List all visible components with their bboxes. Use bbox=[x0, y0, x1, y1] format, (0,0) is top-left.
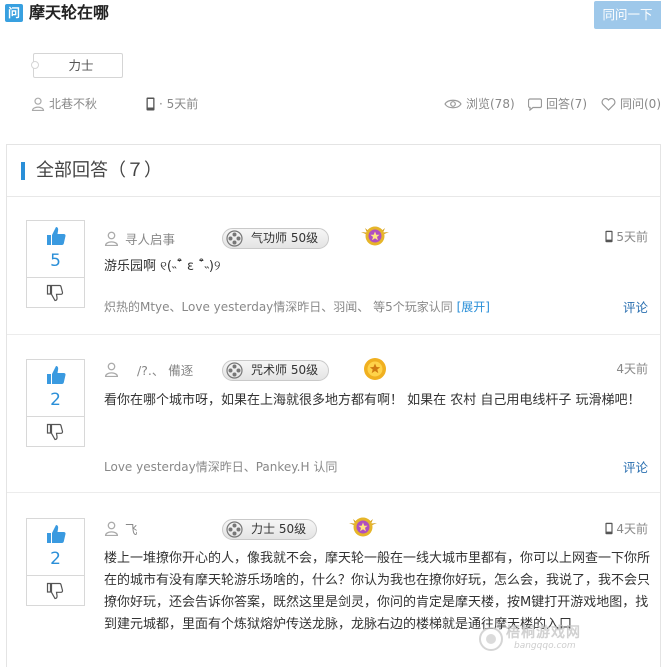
eye-icon bbox=[444, 99, 462, 109]
phone-icon bbox=[605, 230, 613, 243]
upvote-button[interactable]: 5 bbox=[27, 221, 84, 278]
question-header: 问 摩天轮在哪 同问一下 bbox=[0, 0, 661, 32]
watermark-logo-icon bbox=[479, 627, 503, 651]
answer-user[interactable]: 飞 bbox=[104, 517, 138, 539]
tag-label: 力士 bbox=[68, 58, 94, 73]
vote-count: 2 bbox=[50, 549, 61, 569]
vote-box: 2 bbox=[26, 518, 85, 606]
same-text: 同问(0) bbox=[620, 97, 661, 111]
phone-icon bbox=[605, 522, 613, 535]
thumbs-down-icon bbox=[46, 284, 64, 302]
comment-link[interactable]: 评论 bbox=[623, 297, 648, 316]
time-text: · 5天前 bbox=[159, 97, 199, 111]
phone-icon bbox=[146, 97, 155, 111]
user-icon bbox=[31, 97, 45, 111]
username: /?.、 備逐 bbox=[137, 362, 194, 378]
username: 寻人启事 bbox=[125, 231, 176, 247]
heart-icon bbox=[601, 97, 616, 111]
medal-icon bbox=[361, 226, 389, 246]
class-icon bbox=[226, 230, 243, 247]
answers-title: 全部回答（７） bbox=[36, 160, 162, 181]
approvers-text: 炽热的Mtye、Love yesterday情深昨日、羽闻、 等5个玩家认同 bbox=[104, 300, 453, 314]
vote-box: 2 bbox=[26, 359, 85, 447]
header-accent-bar bbox=[21, 162, 25, 180]
class-icon bbox=[226, 521, 243, 538]
comment-link[interactable]: 评论 bbox=[623, 457, 648, 476]
downvote-button[interactable] bbox=[27, 417, 84, 446]
class-icon bbox=[226, 362, 243, 379]
question-time: · 5天前 bbox=[146, 94, 198, 114]
user-icon bbox=[104, 521, 119, 536]
approvers-line: 炽热的Mtye、Love yesterday情深昨日、羽闻、 等5个玩家认同 [… bbox=[104, 298, 490, 315]
answers-count[interactable]: 回答(7) bbox=[528, 94, 587, 114]
time-text: 4天前 bbox=[616, 362, 648, 376]
level-badge: 力士 50级 bbox=[222, 519, 318, 540]
upvote-button[interactable]: 2 bbox=[27, 519, 84, 576]
answers-panel: 全部回答（７） 5 寻人启事 气功师 50级 5天前 游乐园啊 ୧(˵¯͒ ε … bbox=[6, 144, 661, 667]
level-badge: 咒术师 50级 bbox=[222, 360, 330, 381]
level-text: 力士 50级 bbox=[251, 522, 307, 536]
question-meta: 北巷不秋 · 5天前 浏览(78) 回答(7) 同问(0) bbox=[0, 94, 661, 114]
thumbs-up-icon bbox=[47, 227, 66, 245]
upvote-button[interactable]: 2 bbox=[27, 360, 84, 417]
question-tag[interactable]: 力士 bbox=[31, 53, 123, 78]
vote-count: 5 bbox=[50, 251, 61, 271]
time-text: 4天前 bbox=[616, 522, 648, 536]
approvers-text: Love yesterday情深昨日、Pankey.H 认同 bbox=[104, 460, 338, 474]
thumbs-up-icon bbox=[47, 525, 66, 543]
answer-content: 看你在哪个城市呀，如果在上海就很多地方都有啊！ 如果在 农村 自己用电线杆子 玩… bbox=[104, 393, 641, 408]
site-watermark: 梧桐游戏网 bangqqo.com bbox=[478, 620, 661, 660]
same-question-button[interactable]: 同问一下 bbox=[594, 1, 661, 29]
answer-time: 4天前 bbox=[616, 360, 648, 377]
answer-time: 5天前 bbox=[605, 228, 648, 245]
username: 飞 bbox=[125, 521, 138, 537]
thumbs-up-icon bbox=[47, 366, 66, 384]
thumbs-down-icon bbox=[46, 423, 64, 441]
time-text: 5天前 bbox=[616, 230, 648, 244]
vote-count: 2 bbox=[50, 390, 61, 410]
answers-text: 回答(7) bbox=[546, 97, 587, 111]
views-text: 浏览(78) bbox=[466, 97, 515, 111]
user-icon bbox=[104, 231, 119, 246]
watermark-sub: bangqqo.com bbox=[514, 641, 576, 651]
question-author[interactable]: 北巷不秋 bbox=[31, 94, 97, 114]
views-count: 浏览(78) bbox=[444, 94, 515, 114]
watermark-text: 梧桐游戏网 bbox=[506, 625, 581, 641]
question-title: 摩天轮在哪 bbox=[29, 3, 110, 22]
answer-user[interactable]: 寻人启事 bbox=[104, 227, 175, 249]
answer-item: 5 寻人启事 气功师 50级 5天前 游乐园啊 ୧(˵¯͒ ε ¯͒˵)୨ 炽热… bbox=[7, 198, 660, 335]
answer-content: 游乐园啊 ୧(˵¯͒ ε ¯͒˵)୨ bbox=[104, 259, 221, 274]
answer-item: 2 /?.、 備逐 咒术师 50级 4天前 看你在哪个城市呀，如果在上海就很多地… bbox=[7, 335, 660, 493]
level-badge: 气功师 50级 bbox=[222, 228, 330, 249]
question-icon: 问 bbox=[5, 4, 23, 22]
same-count[interactable]: 同问(0) bbox=[601, 94, 661, 114]
level-text: 气功师 50级 bbox=[251, 231, 319, 245]
vote-box: 5 bbox=[26, 220, 85, 308]
level-text: 咒术师 50级 bbox=[251, 363, 319, 377]
medal-icon bbox=[349, 517, 377, 537]
answer-user[interactable]: /?.、 備逐 bbox=[104, 358, 193, 380]
user-icon bbox=[104, 362, 119, 377]
medal-icon bbox=[364, 358, 386, 380]
answers-header: 全部回答（７） bbox=[7, 145, 660, 197]
thumbs-down-icon bbox=[46, 582, 64, 600]
author-name: 北巷不秋 bbox=[49, 97, 98, 111]
downvote-button[interactable] bbox=[27, 278, 84, 307]
downvote-button[interactable] bbox=[27, 576, 84, 605]
expand-link[interactable]: [展开] bbox=[457, 300, 490, 314]
comment-icon bbox=[528, 97, 542, 111]
answer-time: 4天前 bbox=[605, 520, 648, 537]
approvers-line: Love yesterday情深昨日、Pankey.H 认同 bbox=[104, 458, 337, 475]
